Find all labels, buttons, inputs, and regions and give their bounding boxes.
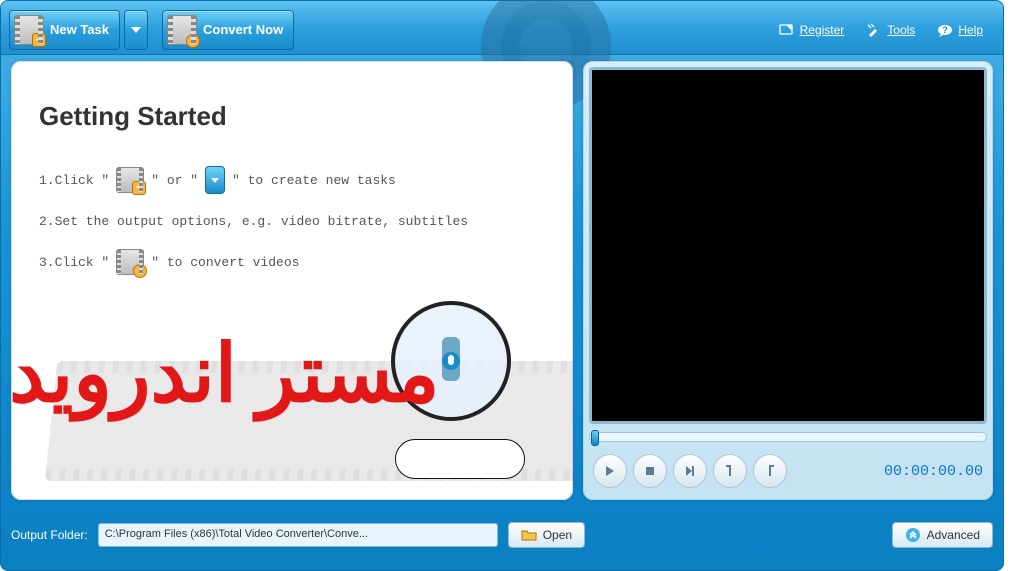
output-folder-path[interactable]: C:\Program Files (x86)\Total Video Conve… xyxy=(98,523,498,547)
film-add-icon: + xyxy=(14,15,44,45)
filmstrip-decoration xyxy=(45,361,573,481)
convert-now-button[interactable]: Convert Now xyxy=(162,10,294,50)
top-toolbar: + New Task Convert Now Register Tools xyxy=(1,1,1003,55)
preview-panel: 00:00:00.00 xyxy=(583,61,993,500)
new-task-button[interactable]: + New Task xyxy=(9,10,120,50)
new-task-dropdown[interactable] xyxy=(124,10,148,50)
step-3: 3.Click " " to convert videos xyxy=(39,249,545,275)
register-icon xyxy=(779,22,795,38)
dropdown-icon xyxy=(205,166,225,194)
tools-icon xyxy=(866,22,882,38)
help-icon: ? xyxy=(937,22,953,38)
play-button[interactable] xyxy=(593,454,627,488)
step-1: 1.Click " + " or " " to create new tasks xyxy=(39,166,545,194)
advanced-icon xyxy=(905,527,921,543)
mark-out-button[interactable] xyxy=(753,454,787,488)
film-convert-icon xyxy=(116,249,144,275)
footer-bar: Output Folder: C:\Program Files (x86)\To… xyxy=(11,514,993,556)
getting-started-panel: Getting Started 1.Click " + " or " " to … xyxy=(11,61,573,500)
stop-button[interactable] xyxy=(633,454,667,488)
new-task-label: New Task xyxy=(50,22,109,37)
folder-open-icon xyxy=(521,527,537,543)
next-button[interactable] xyxy=(673,454,707,488)
help-link[interactable]: ? Help xyxy=(937,22,983,38)
register-link[interactable]: Register xyxy=(779,22,845,38)
step-2: 2.Set the output options, e.g. video bit… xyxy=(39,214,545,229)
mark-in-button[interactable] xyxy=(713,454,747,488)
seek-thumb[interactable] xyxy=(591,430,599,446)
film-add-icon: + xyxy=(116,167,144,193)
output-folder-label: Output Folder: xyxy=(11,528,88,542)
video-preview[interactable] xyxy=(589,67,987,424)
convert-now-label: Convert Now xyxy=(203,22,283,37)
advanced-button[interactable]: Advanced xyxy=(892,522,993,548)
film-convert-icon xyxy=(167,15,197,45)
tools-link[interactable]: Tools xyxy=(866,22,915,38)
timecode-display: 00:00:00.00 xyxy=(797,463,983,480)
seek-bar[interactable] xyxy=(589,432,987,442)
getting-started-title: Getting Started xyxy=(39,101,545,132)
svg-text:?: ? xyxy=(943,25,949,35)
open-folder-button[interactable]: Open xyxy=(508,522,585,548)
